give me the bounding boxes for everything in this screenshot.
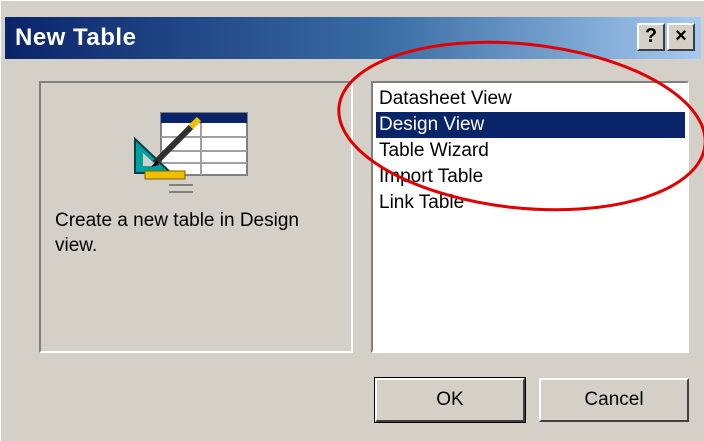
design-view-table-icon — [134, 112, 248, 193]
table-type-list[interactable]: Datasheet View Design View Table Wizard … — [371, 81, 689, 353]
list-item-design-view[interactable]: Design View — [376, 112, 685, 138]
preview-description: Create a new table in Design view. — [55, 210, 299, 256]
list-item-table-wizard[interactable]: Table Wizard — [376, 138, 685, 164]
ok-button[interactable]: OK — [374, 377, 526, 423]
help-button[interactable]: ? — [637, 23, 665, 51]
list-item-datasheet-view[interactable]: Datasheet View — [376, 86, 685, 112]
window-title: New Table — [15, 24, 137, 51]
new-table-dialog: New Table ? × Create a new table in Desi… — [0, 0, 704, 441]
close-button[interactable]: × — [667, 23, 695, 51]
cancel-button[interactable]: Cancel — [539, 378, 689, 422]
preview-panel: Create a new table in Design view. — [39, 81, 353, 353]
list-item-link-table[interactable]: Link Table — [376, 190, 685, 216]
list-item-import-table[interactable]: Import Table — [376, 164, 685, 190]
title-bar[interactable]: New Table ? × — [5, 17, 701, 59]
